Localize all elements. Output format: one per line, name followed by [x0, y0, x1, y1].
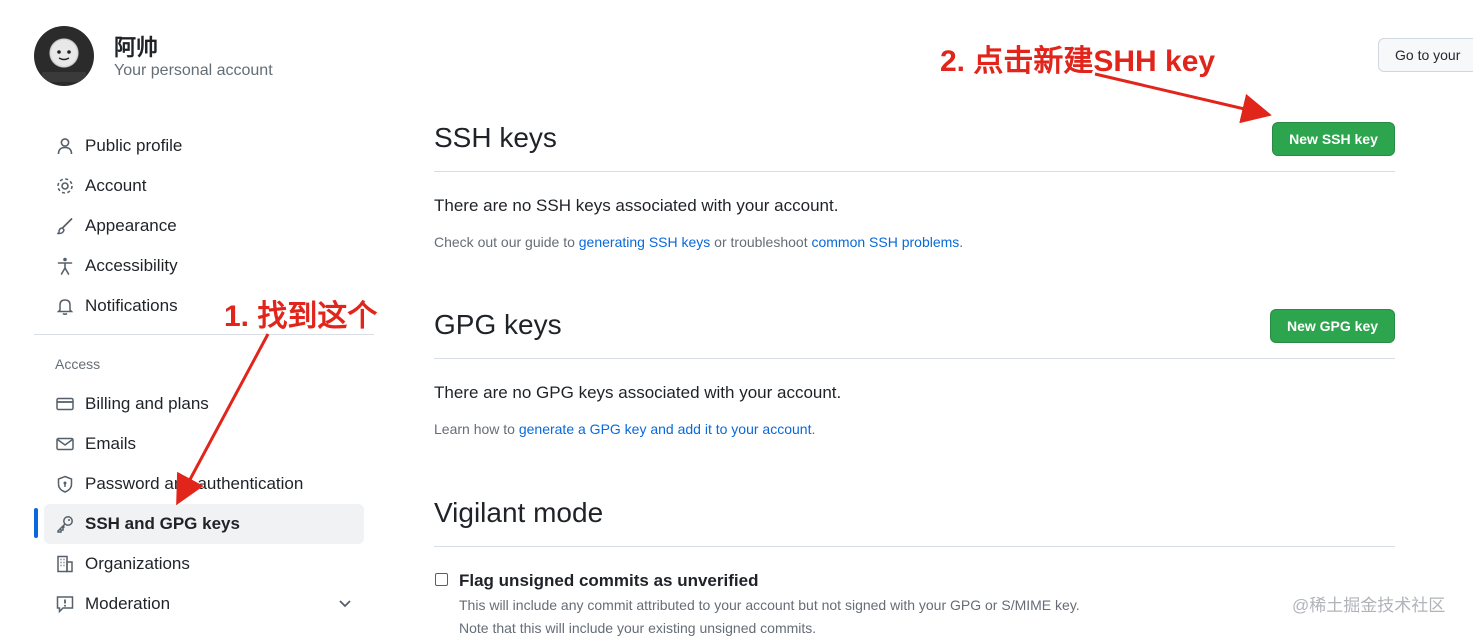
sidebar-item-emails[interactable]: Emails	[44, 424, 364, 464]
common-ssh-problems-link[interactable]: common SSH problems	[811, 234, 959, 250]
vigilant-mode-heading: Vigilant mode	[434, 497, 604, 528]
bell-icon	[54, 295, 76, 317]
sidebar-item-account[interactable]: Account	[44, 166, 364, 206]
sidebar-access-heading: Access	[55, 356, 101, 372]
sidebar-item-label: Public profile	[85, 136, 183, 155]
annotation-step-2: 2. 点击新建SHH key	[940, 45, 1216, 78]
sidebar-item-organizations[interactable]: Organizations	[44, 544, 364, 584]
ssh-help-mid: or troubleshoot	[710, 234, 812, 250]
gpg-section-divider	[434, 358, 1395, 359]
generate-gpg-key-link[interactable]: generate a GPG key and add it to your ac…	[519, 421, 812, 437]
gpg-keys-heading: GPG keys	[434, 309, 562, 340]
paintbrush-icon	[54, 215, 76, 237]
gear-icon	[54, 175, 76, 197]
go-to-profile-button[interactable]: Go to your	[1378, 38, 1473, 72]
ssh-help-suffix: .	[959, 234, 964, 250]
sidebar-item-accessibility[interactable]: Accessibility	[44, 246, 364, 286]
sidebar-item-appearance[interactable]: Appearance	[44, 206, 364, 246]
sidebar-item-label: Billing and plans	[85, 394, 209, 413]
sidebar-item-ssh-gpg-keys[interactable]: SSH and GPG keys	[44, 504, 364, 544]
gpg-help-prefix: Learn how to	[434, 421, 519, 437]
new-ssh-key-button[interactable]: New SSH key	[1272, 122, 1395, 156]
ssh-empty-message: There are no SSH keys associated with yo…	[434, 196, 839, 215]
sidebar-item-label: Accessibility	[85, 256, 178, 275]
ssh-help-text: Check out our guide to generating SSH ke…	[434, 234, 963, 250]
report-icon	[54, 593, 76, 615]
avatar-image	[42, 40, 86, 82]
vigilant-note-2: Note that this will include your existin…	[459, 620, 817, 636]
key-icon	[54, 513, 76, 535]
sidebar-item-label: Account	[85, 176, 147, 195]
vigilant-section-divider	[434, 546, 1395, 547]
ssh-keys-heading: SSH keys	[434, 122, 557, 153]
arrow-to-new-ssh-key	[1094, 72, 1272, 124]
new-gpg-key-button[interactable]: New GPG key	[1270, 309, 1395, 343]
sidebar-item-label: Moderation	[85, 594, 171, 613]
shield-icon	[54, 473, 76, 495]
active-indicator	[34, 508, 38, 538]
flag-unsigned-commits-checkbox[interactable]	[435, 573, 448, 586]
sidebar-item-label: Notifications	[85, 296, 178, 315]
avatar[interactable]	[34, 26, 94, 86]
ssh-help-prefix: Check out our guide to	[434, 234, 579, 250]
gpg-help-text: Learn how to generate a GPG key and add …	[434, 421, 815, 437]
sidebar-item-label: Organizations	[85, 554, 190, 573]
sidebar-item-label: Appearance	[85, 216, 177, 235]
person-icon	[54, 135, 76, 157]
user-subtitle: Your personal account	[114, 62, 273, 79]
sidebar-item-public-profile[interactable]: Public profile	[44, 126, 364, 166]
mail-icon	[54, 433, 76, 455]
vigilant-note-1: This will include any commit attributed …	[459, 597, 1080, 613]
gpg-help-suffix: .	[811, 421, 816, 437]
organization-icon	[54, 553, 76, 575]
sidebar-item-label: Emails	[85, 434, 137, 453]
ssh-section-divider	[434, 171, 1395, 172]
annotation-step-1: 1. 找到这个	[224, 300, 378, 333]
sidebar-item-moderation[interactable]: Moderation	[44, 584, 364, 624]
sidebar-item-label: SSH and GPG keys	[85, 514, 240, 533]
sidebar-item-password[interactable]: Password and authentication	[44, 464, 364, 504]
gpg-empty-message: There are no GPG keys associated with yo…	[434, 383, 842, 402]
watermark: @稀土掘金技术社区	[1292, 596, 1446, 615]
generating-ssh-keys-link[interactable]: generating SSH keys	[579, 234, 711, 250]
chevron-down-icon[interactable]	[336, 594, 354, 612]
sidebar-item-label: Password and authentication	[85, 474, 304, 493]
accessibility-icon	[54, 255, 76, 277]
user-name: 阿帅	[114, 35, 159, 60]
credit-card-icon	[54, 393, 76, 415]
sidebar-item-billing[interactable]: Billing and plans	[44, 384, 364, 424]
flag-unsigned-commits-label[interactable]: Flag unsigned commits as unverified	[459, 571, 758, 591]
